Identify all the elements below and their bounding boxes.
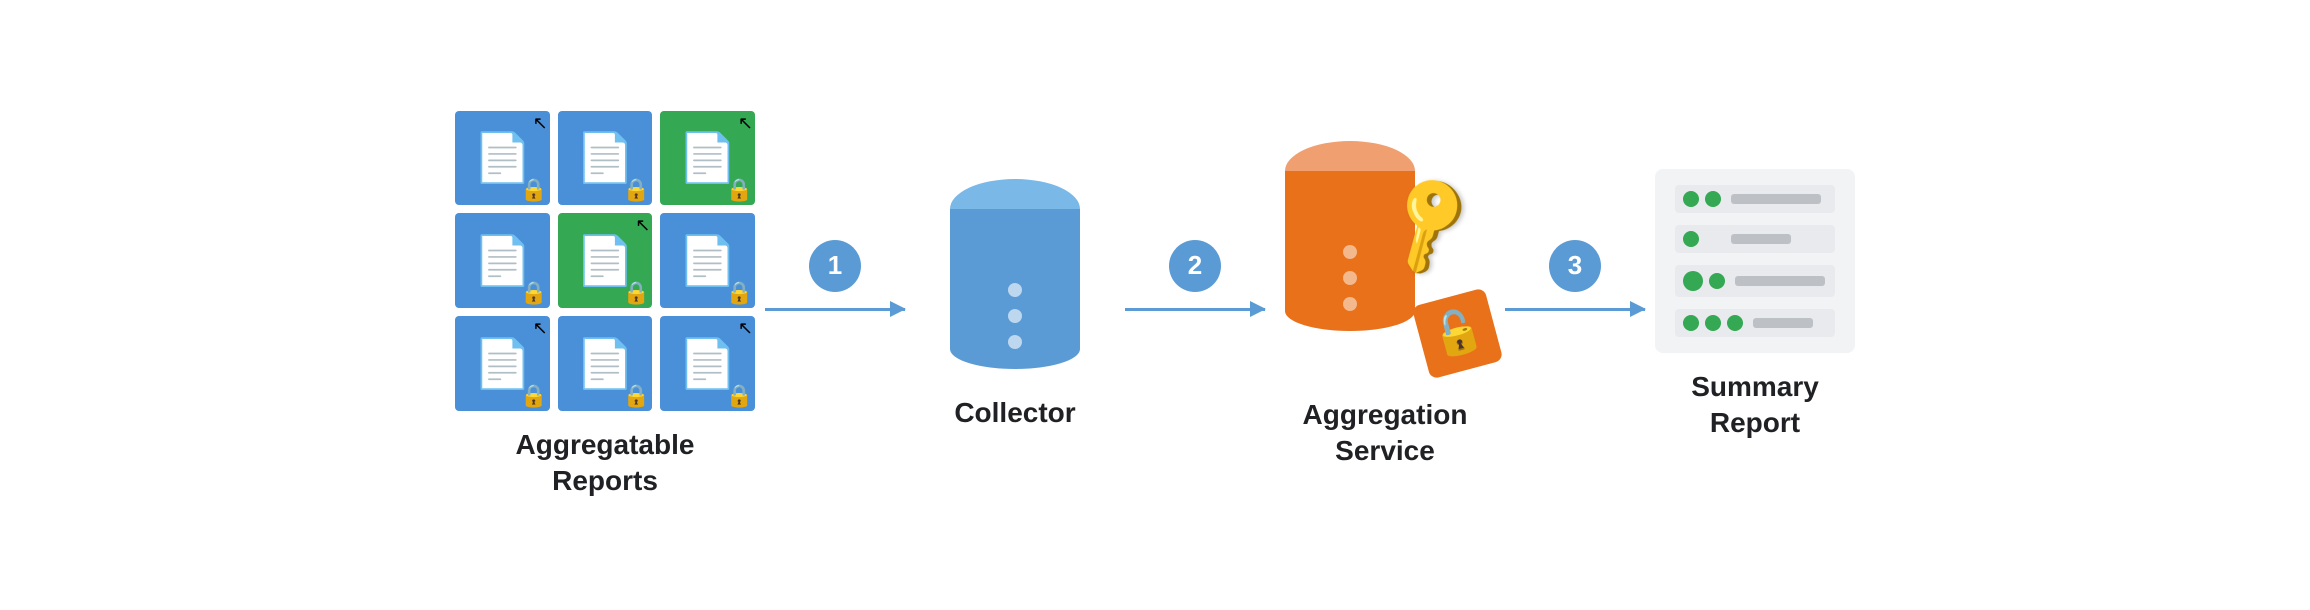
- report-card-8: 📄 🔒: [558, 316, 653, 411]
- summary-row-2: [1675, 225, 1835, 253]
- collector-label: Collector: [954, 395, 1075, 431]
- cylinder-dot-2: [1008, 309, 1022, 323]
- summary-dot: [1709, 273, 1725, 289]
- summary-line: [1731, 234, 1791, 244]
- arrow-line-2: [1125, 308, 1265, 311]
- report-card-1: 📄 ↖ 🔒: [455, 111, 550, 206]
- report-card-5: 📄 ↖ 🔒: [558, 213, 653, 308]
- summary-dot: [1683, 191, 1699, 207]
- dot-group: [1683, 315, 1743, 331]
- collector-cylinder: [950, 179, 1080, 379]
- summary-row-4: [1675, 309, 1835, 337]
- summary-dot: [1683, 231, 1699, 247]
- summary-row-3: [1675, 265, 1835, 297]
- lock-icon: 🔒: [520, 280, 547, 306]
- cylinder-dot-1: [1343, 245, 1357, 259]
- dot-group: [1683, 191, 1721, 207]
- report-card-6: 📄 🔒: [660, 213, 755, 308]
- cylinder-body: [950, 209, 1080, 369]
- arrow-line-1: [765, 308, 905, 311]
- lock-icon: 🔒: [520, 383, 547, 409]
- cylinder-dot-3: [1008, 335, 1022, 349]
- summary-report-label: Summary Report: [1691, 369, 1819, 442]
- lock-icon: 🔒: [726, 177, 753, 203]
- arrow-3: 3: [1495, 240, 1655, 371]
- cursor-icon: ↖: [738, 318, 753, 339]
- summary-line: [1753, 318, 1813, 328]
- summary-report-node: Summary Report: [1655, 169, 1855, 442]
- step-1-circle: 1: [809, 240, 861, 292]
- step-3-circle: 3: [1549, 240, 1601, 292]
- dot-group: [1683, 271, 1725, 291]
- arrow-2: 2: [1115, 240, 1275, 371]
- lock-icon: 🔒: [623, 280, 650, 306]
- report-card-3: 📄 ↖ 🔒: [660, 111, 755, 206]
- reports-grid: 📄 ↖ 🔒 📄 🔒 📄 ↖ 🔒 📄 🔒 📄 ↖ 🔒: [455, 111, 755, 411]
- cursor-icon: ↖: [738, 113, 753, 134]
- summary-line: [1735, 276, 1825, 286]
- arrow-1: 1: [755, 240, 915, 371]
- cylinder-dots: [1343, 245, 1357, 311]
- report-card-7: 📄 ↖ 🔒: [455, 316, 550, 411]
- summary-dot-large: [1683, 271, 1703, 291]
- cylinder-dots: [1008, 283, 1022, 349]
- step-2-circle: 2: [1169, 240, 1221, 292]
- flow-diagram: 📄 ↖ 🔒 📄 🔒 📄 ↖ 🔒 📄 🔒 📄 ↖ 🔒: [0, 91, 2310, 520]
- cylinder-dot-2: [1343, 271, 1357, 285]
- lock-icon: 🔒: [520, 177, 547, 203]
- aggregation-service-label: Aggregation Service: [1303, 397, 1468, 470]
- summary-report-visual: [1655, 169, 1855, 353]
- cursor-icon: ↖: [635, 215, 650, 236]
- arrow-line-3: [1505, 308, 1645, 311]
- dot-group: [1683, 231, 1721, 247]
- cursor-icon: ↖: [533, 318, 548, 339]
- summary-dot: [1705, 315, 1721, 331]
- report-card-4: 📄 🔒: [455, 213, 550, 308]
- lock-icon: 🔒: [726, 383, 753, 409]
- summary-dot-empty: [1705, 231, 1721, 247]
- summary-line: [1731, 194, 1821, 204]
- lock-open-icon: 🔓: [1426, 303, 1489, 364]
- summary-dot: [1727, 315, 1743, 331]
- lock-icon: 🔒: [726, 280, 753, 306]
- lock-icon: 🔒: [623, 383, 650, 409]
- lock-card: 🔓: [1412, 287, 1504, 379]
- lock-icon: 🔒: [623, 177, 650, 203]
- cursor-icon: ↖: [533, 113, 548, 134]
- summary-dot: [1683, 315, 1699, 331]
- aggregatable-reports-node: 📄 ↖ 🔒 📄 🔒 📄 ↖ 🔒 📄 🔒 📄 ↖ 🔒: [455, 111, 755, 500]
- cylinder-dot-3: [1343, 297, 1357, 311]
- summary-dot: [1705, 191, 1721, 207]
- aggregatable-reports-label: Aggregatable Reports: [516, 427, 695, 500]
- collector-node: Collector: [915, 179, 1115, 431]
- summary-row-1: [1675, 185, 1835, 213]
- report-card-9: 📄 ↖ 🔒: [660, 316, 755, 411]
- report-card-2: 📄 🔒: [558, 111, 653, 206]
- cylinder-dot-1: [1008, 283, 1022, 297]
- aggregation-service-node: 🔑 🔓 Aggregation Service: [1275, 141, 1495, 470]
- agg-service-wrapper: 🔑 🔓: [1275, 141, 1495, 381]
